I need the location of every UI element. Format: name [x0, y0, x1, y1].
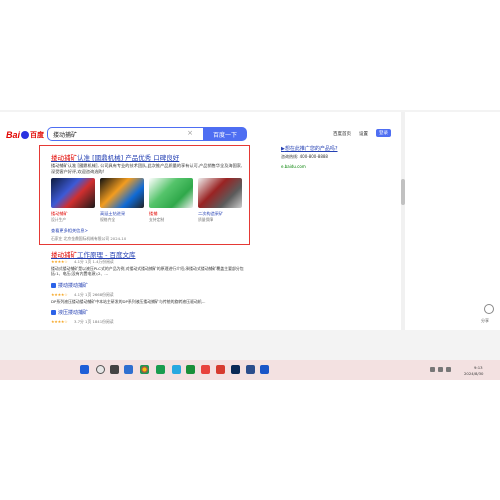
paw-icon	[21, 131, 30, 139]
rating-meta: 4.1分 1页 2668份阅读	[74, 292, 114, 297]
thumb-image-2[interactable]	[100, 178, 144, 208]
ad-source: 石家庄 北京金鼎国际机械有限公司 2024-10	[51, 236, 127, 241]
baidu-logo[interactable]: Bai 百度	[6, 129, 44, 141]
browser-window: Bai 百度 搂动捕矿 × 百度一下 百度首页 设置 登录 搂动捕矿认准 [國鼎…	[0, 112, 500, 330]
rating-stars: ★★★★☆	[51, 292, 68, 297]
doc-icon	[51, 283, 56, 288]
logo-text-cn: 百度	[30, 131, 45, 139]
share-icon[interactable]	[484, 304, 494, 314]
settings-link[interactable]: 设置	[359, 131, 368, 137]
thumb-sub-3: 支持定制	[149, 217, 165, 222]
thumb-image-1[interactable]	[51, 178, 95, 208]
rating-stars: ★★★★☆	[51, 259, 68, 264]
side-panel	[405, 112, 500, 330]
clock-date[interactable]: 2024/8/30	[464, 371, 483, 376]
screen: Bai 百度 搂动捕矿 × 百度一下 百度首页 设置 登录 搂动捕矿认准 [國鼎…	[0, 0, 500, 500]
ad-description: 搂动捕矿认准 [國鼎机械], 公司具有专业的技术团队,此次推产品质量的享有认可,…	[51, 163, 243, 174]
search-results-page: Bai 百度 搂动捕矿 × 百度一下 百度首页 设置 登录 搂动捕矿认准 [國鼎…	[0, 112, 404, 330]
clear-icon[interactable]: ×	[187, 129, 193, 137]
wechat-icon[interactable]	[156, 365, 165, 374]
result-snippet: 搂动式搂动捕矿是以液压PLC式的产品为例,对搂动式搂动捕矿的原理进行介绍;承搂动…	[51, 266, 244, 276]
result-title-rest: 工作原理 - 百度文库	[77, 251, 136, 259]
browser-icon[interactable]	[140, 365, 149, 374]
ad-title-rest: 认准 [國鼎机械] 产品优秀 口碑良好	[77, 154, 180, 162]
right-ad-title[interactable]: ▶想在此推广您的产品吗?	[281, 145, 338, 152]
search-icon[interactable]	[96, 365, 105, 374]
volume-icon[interactable]	[438, 367, 443, 372]
share-label: 分享	[481, 318, 489, 323]
app-icon[interactable]	[172, 365, 181, 374]
logo-text: Bai	[6, 130, 21, 140]
thumb-image-3[interactable]	[149, 178, 193, 208]
clock-time[interactable]: 9:13	[474, 365, 483, 370]
word-icon[interactable]	[260, 365, 269, 374]
battery-icon[interactable]	[446, 367, 451, 372]
app-icon[interactable]	[246, 365, 255, 374]
rating-meta: 4.1分 1页 1.4万份阅读	[74, 259, 114, 264]
search-input[interactable]: 搂动捕矿 ×	[47, 127, 203, 141]
task-view-icon[interactable]	[110, 365, 119, 374]
ad-title-keyword: 搂动捕矿	[51, 154, 77, 162]
result-snippet: DP系列液压搂动搂动捕矿中本站主研发的DP系列液压搂动捕矿与传统的旋转液压驱动机…	[51, 299, 206, 304]
thumb-sub-1: 设计生产	[51, 217, 67, 222]
network-icon[interactable]	[430, 367, 435, 372]
search-query: 搂动捕矿	[53, 131, 78, 139]
thumb-image-4[interactable]	[198, 178, 242, 208]
login-button[interactable]: 登录	[376, 129, 391, 137]
search-button[interactable]: 百度一下	[203, 127, 247, 141]
doc-icon	[51, 310, 56, 315]
more-info-link[interactable]: 查看更多相关信息>	[51, 228, 88, 234]
thumb-sub-4: 质量保障	[198, 217, 214, 222]
app-icon[interactable]	[186, 365, 195, 374]
thumb-sub-2: 规格齐全	[100, 217, 116, 222]
result-title[interactable]: 搂动捕矿工作原理 - 百度文库	[51, 249, 135, 259]
result-sub-link[interactable]: 搂动搂动捕矿	[51, 282, 88, 289]
wps-icon[interactable]	[201, 365, 210, 374]
home-link[interactable]: 百度首页	[333, 131, 351, 137]
app-icon[interactable]	[216, 365, 225, 374]
result-sub-link[interactable]: 液压搂动捕矿	[51, 309, 88, 316]
rating-stars: ★★★★☆	[51, 319, 68, 324]
app-icon[interactable]	[124, 365, 133, 374]
ad-title[interactable]: 搂动捕矿认准 [國鼎机械] 产品优秀 口碑良好	[51, 152, 179, 162]
photoshop-icon[interactable]	[231, 365, 240, 374]
right-ad-url[interactable]: e.baidu.com	[281, 164, 306, 169]
result-keyword: 搂动捕矿	[51, 251, 77, 259]
right-ad-phone: 咨询热线: 400-800-8888	[281, 154, 328, 159]
rating-meta: 3.7分 1页 1841份阅读	[74, 319, 114, 324]
windows-start-icon[interactable]	[80, 365, 89, 374]
